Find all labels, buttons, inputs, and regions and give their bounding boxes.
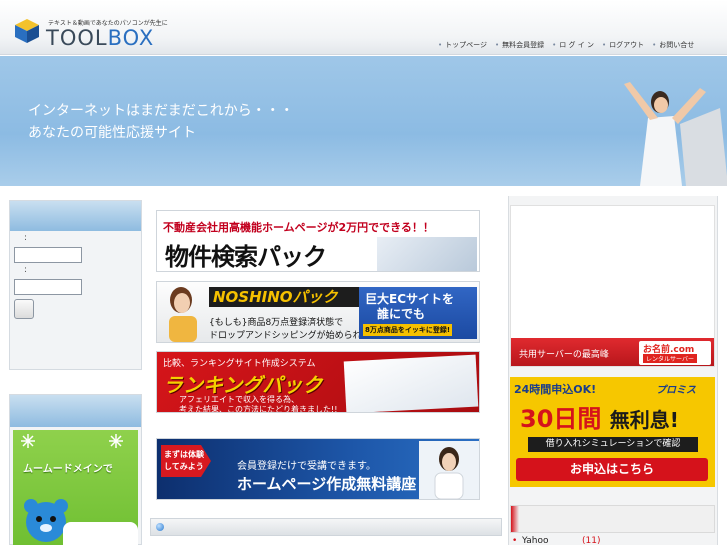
onamae-logo-sub: レンタルサーバー — [643, 354, 697, 363]
ad2-apply-button[interactable]: お申込はこちら — [516, 458, 708, 481]
login-panel: : : — [9, 200, 142, 370]
ranking-pack-banner[interactable]: 比較、ランキングサイト作成システム ランキングパック アフェリエイトで収入を得る… — [156, 351, 480, 413]
b2-title: NOSHINOパック — [209, 287, 361, 307]
noshino-pack-banner[interactable]: NOSHINOパック {もしも}商品8万点登録済状態で ドロップアンドシッピング… — [156, 281, 480, 343]
b3-line-2: 考えた結果、この方法にたどり着きました!! — [179, 405, 338, 413]
hero-banner: インターネットはまだまだこれから・・・ あなたの可能性応援サイト — [0, 56, 727, 186]
ad2-headline: 30日間 無利息! — [520, 399, 679, 434]
nav-logout[interactable]: ログアウト — [602, 40, 644, 50]
nav-free-register[interactable]: 無料会員登録 — [495, 40, 544, 50]
cube-logo-icon — [15, 19, 39, 43]
site-logo[interactable]: テキスト＆動画であなたのパソコンが先生に TOOLBOX — [10, 8, 168, 50]
snowflake-icon — [109, 434, 123, 448]
logo-wordmark-left: TOOL — [46, 26, 108, 50]
ad2-top-text: 24時間申込OK! — [514, 383, 597, 396]
ad2-brand: プロミス — [656, 385, 696, 396]
hero-person-image — [624, 82, 727, 186]
login-submit-button[interactable] — [14, 299, 34, 319]
b4-line-1: 会員登録だけで受講できます。 — [237, 461, 376, 472]
login-label-2: : — [24, 265, 28, 275]
hero-line-1: インターネットはまだまだこれから・・・ — [28, 103, 294, 119]
property-search-pack-banner[interactable]: 不動産会社用高機能ホームページが2万円でできる！！ 物件検索パック — [156, 210, 480, 272]
ranking-item-name: Yahoo — [522, 536, 549, 545]
promise-loan-ad[interactable]: 24時間申込OK! プロミス 30日間 無利息! 借り入れシミュレーションで確認… — [510, 377, 715, 487]
top-nav: トップページ 無料会員登録 ロ グ イ ン ログアウト お問い合せ — [438, 40, 694, 50]
ranking-list: • Yahoo (11) — [512, 536, 712, 545]
hero-line-2: あなたの可能性応援サイト — [28, 125, 196, 141]
b2-line-1: {もしも}商品8万点登録済状態で — [209, 318, 344, 328]
bullet-orb-icon — [156, 523, 164, 531]
b3-subtitle: 比較、ランキングサイト作成システム — [163, 359, 316, 369]
ad2-headline-tail: 無利息! — [609, 408, 679, 432]
login-label-1: : — [24, 233, 28, 243]
b2-box-line-2: 誰にでも — [377, 307, 426, 321]
site-header: テキスト＆動画であなたのパソコンが先生に TOOLBOX トップページ 無料会員… — [0, 0, 727, 55]
b2-line-2: ドロップアンドシッピングが始められる — [209, 331, 371, 341]
snowflake-icon — [21, 434, 35, 448]
b2-callout-box: 巨大ECサイトを 誰にでも 8万点商品をイッキに登録! — [359, 287, 477, 339]
ad1-footer: 共用サーバーの最高峰 お名前.com レンタルサーバー — [511, 338, 714, 366]
ranking-item[interactable]: • Yahoo (11) — [512, 536, 712, 545]
onamae-rental-server-ad[interactable]: 共用サーバーの最高峰 お名前.com レンタルサーバー — [510, 205, 715, 367]
b1-title: 物件検索パック — [165, 243, 327, 271]
b3-screenshots-image — [343, 354, 479, 412]
b2-person-image — [169, 287, 197, 342]
content-section-bar — [150, 518, 502, 536]
ranking-header — [510, 505, 715, 533]
snow-ground — [63, 522, 138, 545]
muumuu-domain-banner[interactable]: ムームードメインで — [13, 430, 138, 545]
logo-wordmark: TOOLBOX — [46, 26, 154, 50]
logo-wordmark-right: BOX — [107, 26, 155, 50]
nav-top-page[interactable]: トップページ — [438, 40, 487, 50]
onamae-logo: お名前.com レンタルサーバー — [639, 341, 711, 365]
b4-woman-image — [419, 441, 479, 499]
b1-screenshot-image — [377, 237, 477, 271]
login-password-field[interactable] — [14, 279, 82, 295]
b2-box-tag: 8万点商品をイッキに登録! — [363, 324, 453, 336]
ranking-item-count: (11) — [582, 536, 601, 545]
ranking-bullet: • — [512, 536, 518, 545]
free-homepage-course-banner[interactable]: まずは体験してみよう 会員登録だけで受講できます。 ホームページ作成無料講座 — [156, 438, 480, 500]
b4-line-2: ホームページ作成無料講座 — [237, 475, 417, 493]
side-promo-panel: ムームードメインで — [9, 394, 142, 545]
login-id-field[interactable] — [14, 247, 82, 263]
ad1-footer-text: 共用サーバーの最高峰 — [519, 350, 609, 360]
muumuu-banner-text: ムームードメインで — [23, 464, 113, 475]
b4-arrow-badge: まずは体験してみよう — [161, 445, 211, 477]
b1-headline: 不動産会社用高機能ホームページが2万円でできる！！ — [163, 221, 434, 234]
login-panel-header — [10, 201, 141, 231]
ad2-simulation-link[interactable]: 借り入れシミュレーションで確認 — [528, 437, 698, 452]
nav-login[interactable]: ロ グ イ ン — [552, 40, 594, 50]
ad2-headline-days: 30日間 — [520, 405, 602, 433]
side-promo-header — [10, 395, 141, 427]
nav-contact[interactable]: お問い合せ — [652, 40, 694, 50]
